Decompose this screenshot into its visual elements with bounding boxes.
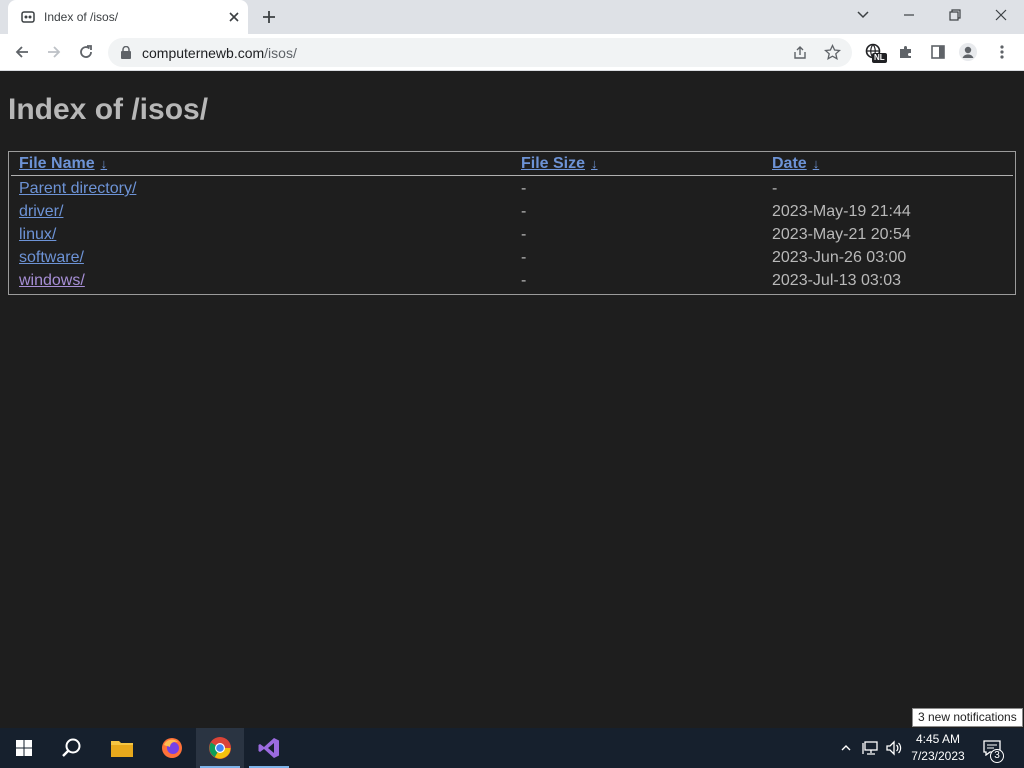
column-header-file-size: File Size ↓ <box>521 155 598 173</box>
file-link[interactable]: windows/ <box>19 272 85 290</box>
sort-arrow-icon[interactable]: ↓ <box>591 156 598 171</box>
notification-count-badge: 3 <box>990 749 1004 763</box>
chevron-down-icon <box>857 11 869 19</box>
extension-badge: NL <box>872 53 887 63</box>
reload-icon <box>80 45 92 58</box>
reload-button[interactable] <box>76 42 96 62</box>
sort-by-name-link[interactable]: File Name <box>19 155 95 172</box>
file-date: 2023-Jun-26 03:00 <box>772 249 907 266</box>
chevron-up-icon <box>841 745 851 751</box>
close-tab-icon[interactable] <box>226 9 242 25</box>
url-text[interactable]: computernewb.com/isos/ <box>142 45 297 61</box>
forward-button[interactable] <box>44 42 64 62</box>
extensions-button[interactable] <box>896 42 916 62</box>
volume-tray-button[interactable] <box>884 738 904 758</box>
column-header-file-name: File Name ↓ <box>19 155 107 173</box>
restore-button[interactable] <box>932 0 978 30</box>
notification-toast[interactable]: 3 new notifications <box>912 708 1023 727</box>
taskbar-chrome[interactable] <box>196 728 244 768</box>
side-panel-icon <box>931 45 945 59</box>
file-link[interactable]: driver/ <box>19 203 63 221</box>
clock-date: 7/23/2023 <box>911 749 965 763</box>
tab-title: Index of /isos/ <box>44 10 119 24</box>
profile-button[interactable] <box>958 42 978 62</box>
new-tab-icon[interactable] <box>260 8 278 26</box>
extension-nl-button[interactable]: NL <box>864 42 887 63</box>
address-bar[interactable]: computernewb.com/isos/ <box>108 38 852 67</box>
page-content: Index of /isos/ File Name ↓ File Size ↓ Da… <box>0 71 1024 728</box>
close-icon <box>995 9 1007 21</box>
file-size: - <box>521 249 527 266</box>
search-icon <box>62 738 81 757</box>
speaker-icon <box>886 740 902 756</box>
file-size: - <box>521 203 527 220</box>
file-link[interactable]: linux/ <box>19 226 56 244</box>
start-button[interactable] <box>0 728 48 768</box>
avatar-icon <box>959 43 977 61</box>
close-window-button[interactable] <box>978 0 1024 30</box>
firefox-icon <box>162 738 182 758</box>
restore-icon <box>949 9 961 21</box>
file-date: - <box>772 180 778 197</box>
browser-toolbar: computernewb.com/isos/ NL <box>0 34 1024 71</box>
file-date: 2023-Jul-13 03:03 <box>772 272 901 289</box>
chrome-icon <box>209 737 231 759</box>
file-date: 2023-May-21 20:54 <box>772 226 911 243</box>
folder-icon <box>111 741 133 757</box>
minimize-button[interactable] <box>886 0 932 30</box>
kebab-menu-icon <box>1000 45 1004 59</box>
windows-logo-icon <box>16 740 32 756</box>
header-divider <box>11 175 1013 176</box>
url-path: /isos/ <box>264 45 297 61</box>
clock-time: 4:45 AM <box>915 732 961 746</box>
puzzle-icon <box>900 46 911 58</box>
taskbar-visual-studio[interactable] <box>245 728 293 768</box>
sort-arrow-icon[interactable]: ↓ <box>813 156 820 171</box>
system-clock[interactable]: 4:45 AM 7/23/2023 <box>906 731 970 765</box>
show-hidden-icons-button[interactable] <box>836 738 856 758</box>
network-icon <box>862 741 878 755</box>
back-button[interactable] <box>12 42 32 62</box>
file-link[interactable]: software/ <box>19 249 84 267</box>
visual-studio-icon <box>258 738 279 758</box>
bookmark-star-icon[interactable] <box>824 44 841 61</box>
taskbar-firefox[interactable] <box>148 728 196 768</box>
file-size: - <box>521 226 527 243</box>
tab-search-button[interactable] <box>840 0 886 30</box>
windows-taskbar: 4:45 AM 7/23/2023 <box>0 728 1024 768</box>
site-favicon-icon <box>21 11 35 23</box>
arrow-left-icon <box>15 46 28 58</box>
menu-button[interactable] <box>992 42 1012 62</box>
file-listing-table: File Name ↓ File Size ↓ Date ↓ Parent direc… <box>8 151 1016 295</box>
page-title: Index of /isos/ <box>8 93 209 126</box>
file-link[interactable]: Parent directory/ <box>19 180 136 198</box>
sort-by-size-link[interactable]: File Size <box>521 155 585 172</box>
lock-icon[interactable] <box>120 46 132 59</box>
arrow-right-icon <box>48 46 61 58</box>
url-host: computernewb.com <box>142 45 265 61</box>
tab-strip: Index of /isos/ <box>0 0 1024 34</box>
taskbar-file-explorer[interactable] <box>98 728 146 768</box>
file-date: 2023-May-19 21:44 <box>772 203 911 220</box>
column-header-date: Date ↓ <box>772 155 819 173</box>
network-tray-button[interactable] <box>861 738 881 758</box>
browser-tab[interactable]: Index of /isos/ <box>8 0 248 34</box>
share-icon[interactable] <box>792 45 808 61</box>
file-size: - <box>521 272 527 289</box>
file-size: - <box>521 180 527 197</box>
minimize-icon <box>904 14 914 16</box>
search-button[interactable] <box>48 728 96 768</box>
sort-by-date-link[interactable]: Date <box>772 155 807 172</box>
sort-arrow-icon[interactable]: ↓ <box>101 156 108 171</box>
side-panel-button[interactable] <box>928 42 948 62</box>
